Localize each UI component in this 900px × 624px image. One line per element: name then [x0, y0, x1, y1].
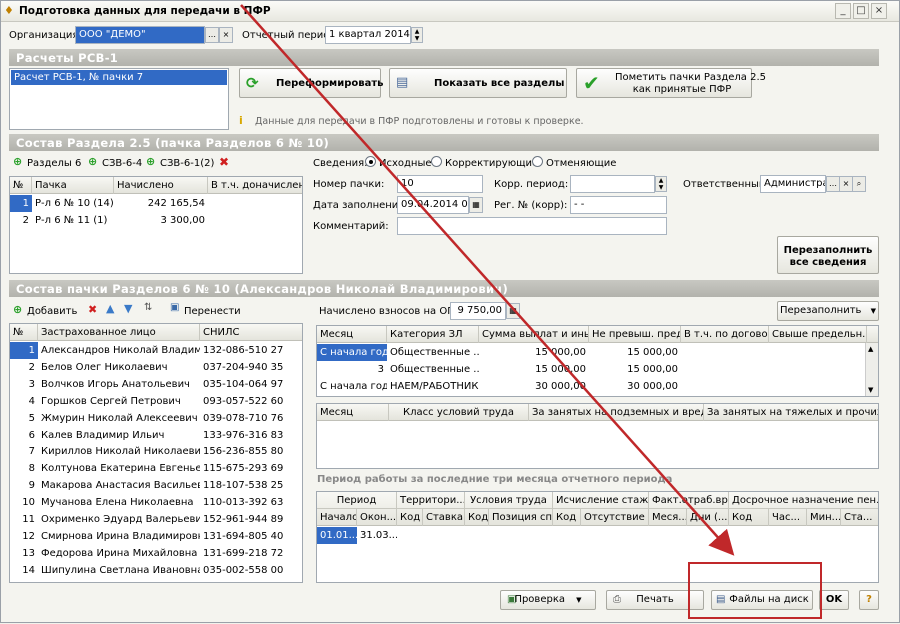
- annotation-arrow: [240, 4, 735, 556]
- annotation-box: [688, 562, 822, 619]
- annotation-overlay: [240, 4, 822, 619]
- main-window: ♦ Подготовка данных для передачи в ПФР _…: [0, 0, 900, 623]
